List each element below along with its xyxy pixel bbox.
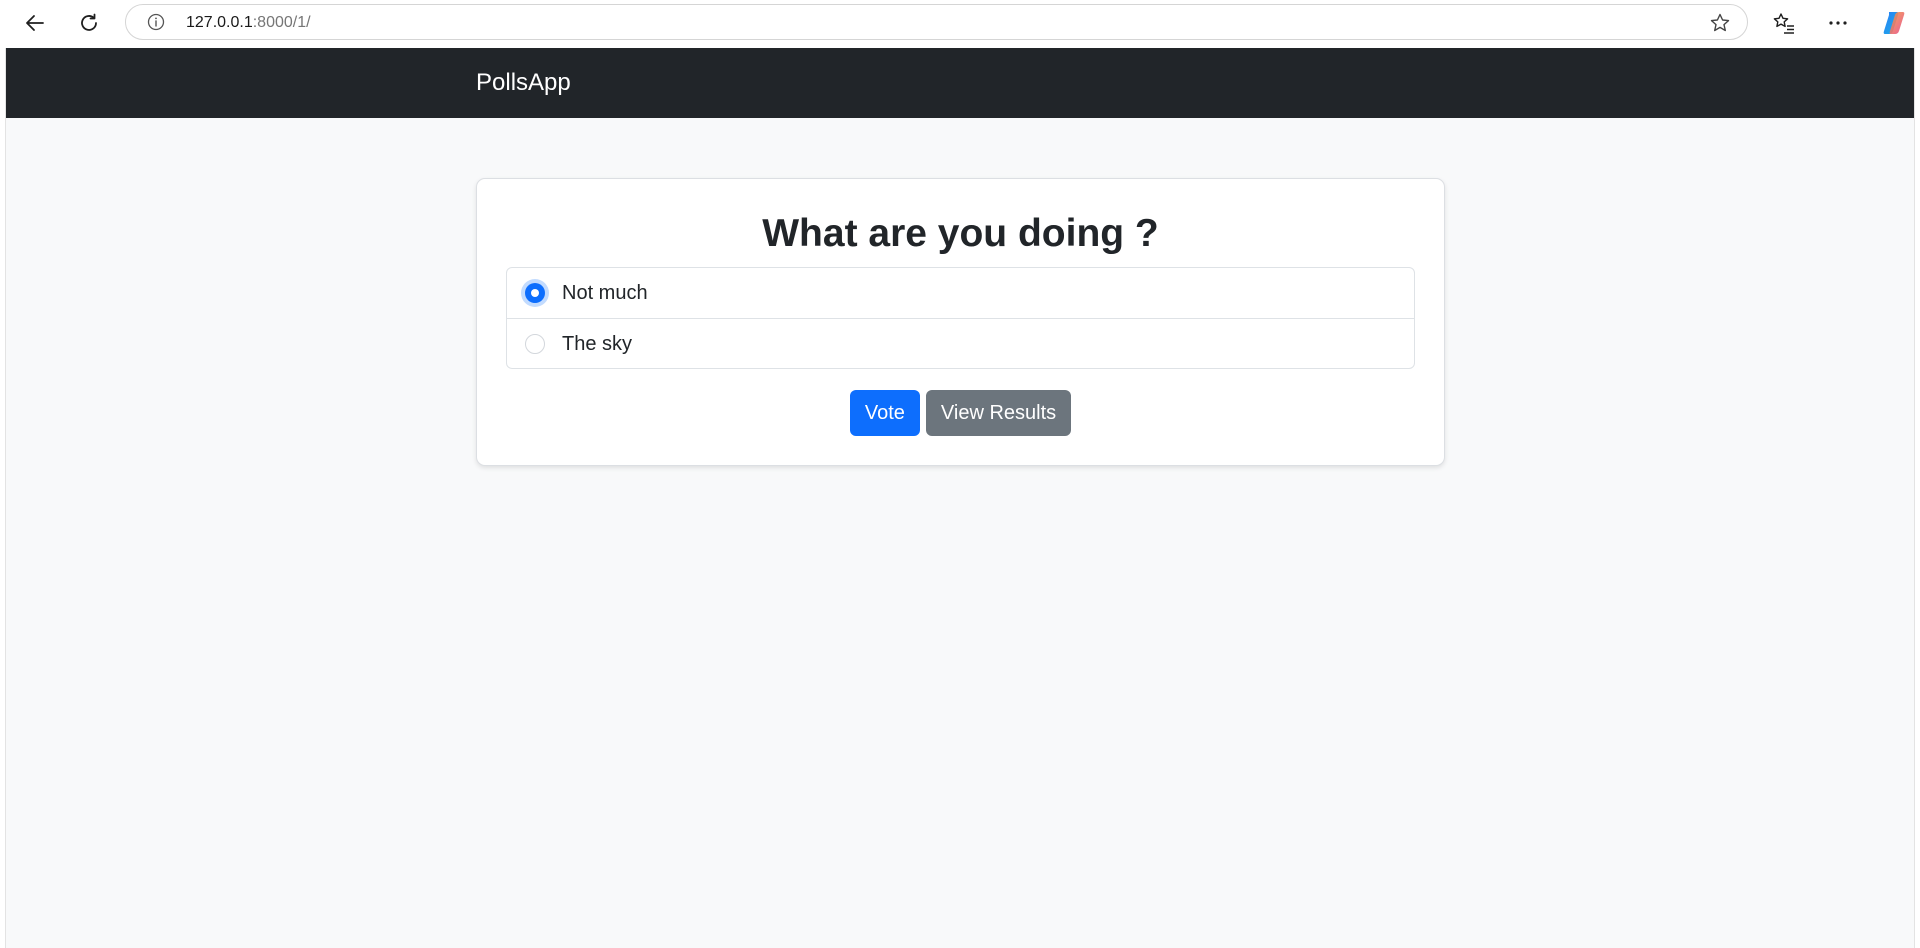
page-viewport: PollsApp What are you doing ? Not much T… <box>5 48 1915 948</box>
back-arrow-icon[interactable] <box>18 6 52 40</box>
choice-item[interactable]: Not much <box>507 268 1414 318</box>
favorites-list-icon[interactable] <box>1767 6 1801 40</box>
poll-question: What are you doing ? <box>762 212 1159 255</box>
browser-toolbar: 127.0.0.1:8000/1/ <box>0 0 1920 47</box>
reload-icon[interactable] <box>72 6 106 40</box>
navbar-brand[interactable]: PollsApp <box>476 68 571 98</box>
choice-radio-selected[interactable] <box>525 283 545 303</box>
poll-actions: Vote View Results <box>477 390 1444 437</box>
info-icon[interactable] <box>147 13 165 31</box>
choice-label[interactable]: The sky <box>562 332 632 356</box>
more-options-icon[interactable] <box>1821 6 1855 40</box>
choice-item[interactable]: The sky <box>507 318 1414 368</box>
view-results-button[interactable]: View Results <box>925 390 1072 436</box>
address-bar[interactable]: 127.0.0.1:8000/1/ <box>125 4 1748 40</box>
choice-list: Not much The sky <box>506 267 1415 369</box>
choice-radio[interactable] <box>525 334 545 354</box>
url-path: :8000/1/ <box>252 14 311 31</box>
url-text[interactable]: 127.0.0.1:8000/1/ <box>186 14 311 32</box>
url-host: 127.0.0.1 <box>186 14 253 31</box>
choice-label[interactable]: Not much <box>562 281 648 305</box>
navbar: PollsApp <box>6 48 1914 118</box>
poll-card: What are you doing ? Not much The sky Vo… <box>476 178 1445 466</box>
vote-button[interactable]: Vote <box>849 390 920 436</box>
copilot-icon[interactable] <box>1880 9 1908 37</box>
star-icon[interactable] <box>1709 12 1731 34</box>
